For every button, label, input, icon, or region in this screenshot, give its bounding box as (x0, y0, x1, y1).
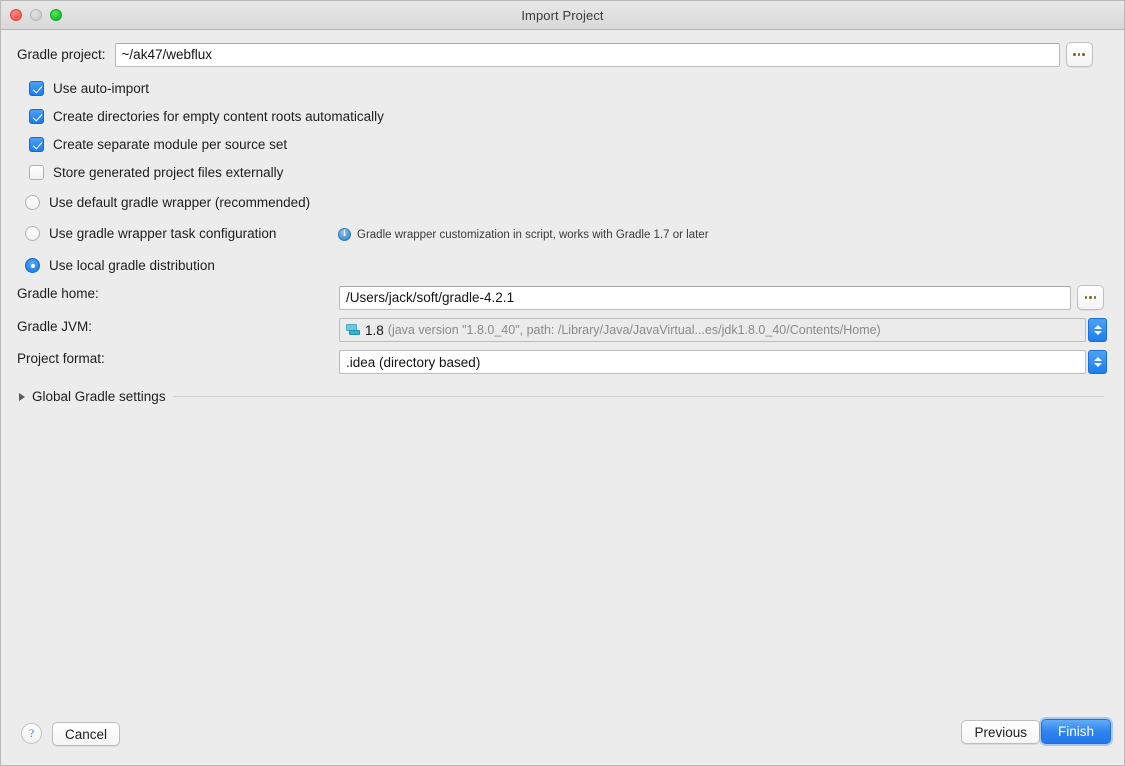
checkbox-label: Use auto-import (53, 81, 150, 96)
cancel-button[interactable]: Cancel (52, 722, 121, 746)
radio-default-wrapper[interactable]: Use default gradle wrapper (recommended) (25, 195, 310, 210)
project-format-select[interactable]: .idea (directory based) (339, 350, 1086, 374)
gradle-home-browse-button[interactable] (1077, 285, 1104, 310)
gradle-home-label: Gradle home: (17, 286, 99, 301)
radio-wrapper-task-config[interactable]: Use gradle wrapper task configuration (25, 226, 276, 241)
chevron-down-icon (1093, 331, 1102, 335)
ellipsis-dot-icon (1077, 53, 1081, 56)
project-format-stepper[interactable] (1088, 350, 1107, 374)
gradle-project-input[interactable]: ~/ak47/webflux (114, 42, 1060, 67)
gradle-project-label: Gradle project: (17, 47, 106, 62)
checkbox-label: Create directories for empty content roo… (53, 109, 384, 124)
window-controls (10, 1, 62, 29)
section-divider (172, 396, 1104, 397)
jdk-icon (346, 324, 360, 336)
minimize-button[interactable] (30, 9, 42, 21)
radio-indicator[interactable] (25, 226, 40, 241)
checkbox-label: Store generated project files externally (53, 165, 284, 180)
project-format-controls: .idea (directory based) (339, 350, 1107, 374)
dialog-footer: ? Cancel Previous Finish (1, 707, 1124, 765)
chevron-right-icon (19, 392, 25, 401)
chevron-up-icon (1093, 357, 1102, 361)
window-title: Import Project (521, 7, 604, 23)
global-gradle-settings-toggle[interactable]: Global Gradle settings (19, 389, 1104, 404)
gradle-jvm-controls: 1.8 (java version "1.8.0_40", path: /Lib… (339, 318, 1107, 342)
radio-local-distribution[interactable]: Use local gradle distribution (25, 258, 215, 273)
import-project-dialog: Import Project Gradle project: ~/ak47/we… (0, 0, 1125, 766)
zoom-button[interactable] (50, 9, 62, 21)
gradle-home-row: Gradle home: (17, 286, 99, 301)
checkbox-use-auto-import[interactable]: Use auto-import (29, 81, 149, 96)
ellipsis-dot-icon (1089, 296, 1092, 299)
ellipsis-dot-icon (1093, 296, 1097, 299)
project-format-label: Project format: (17, 351, 105, 366)
radio-label: Use local gradle distribution (49, 258, 215, 273)
title-bar: Import Project (1, 1, 1124, 30)
checkbox-indicator[interactable] (29, 137, 44, 152)
gradle-jvm-label: Gradle JVM: (17, 319, 93, 334)
global-gradle-settings-label: Global Gradle settings (32, 389, 166, 404)
gradle-jvm-version: 1.8 (365, 322, 384, 338)
gradle-home-input[interactable]: /Users/jack/soft/gradle-4.2.1 (339, 285, 1071, 310)
gradle-wrapper-hint-text: Gradle wrapper customization in script, … (357, 228, 709, 241)
ellipsis-dot-icon (1084, 296, 1088, 299)
chevron-down-icon (1093, 363, 1102, 367)
chevron-up-icon (1093, 325, 1102, 329)
info-icon (338, 228, 351, 241)
checkbox-indicator[interactable] (29, 81, 44, 96)
checkbox-indicator[interactable] (29, 165, 44, 180)
checkbox-create-directories[interactable]: Create directories for empty content roo… (29, 109, 384, 124)
gradle-project-row: Gradle project: ~/ak47/webflux (17, 42, 1093, 67)
gradle-home-controls: /Users/jack/soft/gradle-4.2.1 (339, 285, 1104, 310)
gradle-jvm-row: Gradle JVM: (17, 319, 92, 334)
radio-label: Use default gradle wrapper (recommended) (49, 195, 311, 210)
ellipsis-dot-icon (1082, 53, 1085, 56)
gradle-jvm-detail: (java version "1.8.0_40", path: /Library… (387, 323, 881, 337)
radio-indicator[interactable] (25, 258, 40, 273)
checkbox-store-externally[interactable]: Store generated project files externally (29, 165, 283, 180)
radio-label: Use gradle wrapper task configuration (49, 226, 277, 241)
gradle-jvm-select[interactable]: 1.8 (java version "1.8.0_40", path: /Lib… (339, 318, 1086, 342)
gradle-jvm-stepper[interactable] (1088, 318, 1107, 342)
dialog-body: Gradle project: ~/ak47/webflux Use auto-… (1, 30, 1124, 765)
close-button[interactable] (10, 9, 22, 21)
previous-button[interactable]: Previous (961, 720, 1040, 744)
gradle-project-browse-button[interactable] (1065, 42, 1093, 67)
ellipsis-dot-icon (1073, 53, 1076, 56)
help-button[interactable]: ? (21, 723, 42, 744)
project-format-row: Project format: (17, 351, 105, 366)
gradle-wrapper-hint: Gradle wrapper customization in script, … (338, 228, 709, 241)
checkbox-label: Create separate module per source set (53, 137, 288, 152)
checkbox-indicator[interactable] (29, 109, 44, 124)
radio-indicator[interactable] (25, 195, 40, 210)
finish-button[interactable]: Finish (1041, 719, 1111, 744)
checkbox-separate-module[interactable]: Create separate module per source set (29, 137, 287, 152)
